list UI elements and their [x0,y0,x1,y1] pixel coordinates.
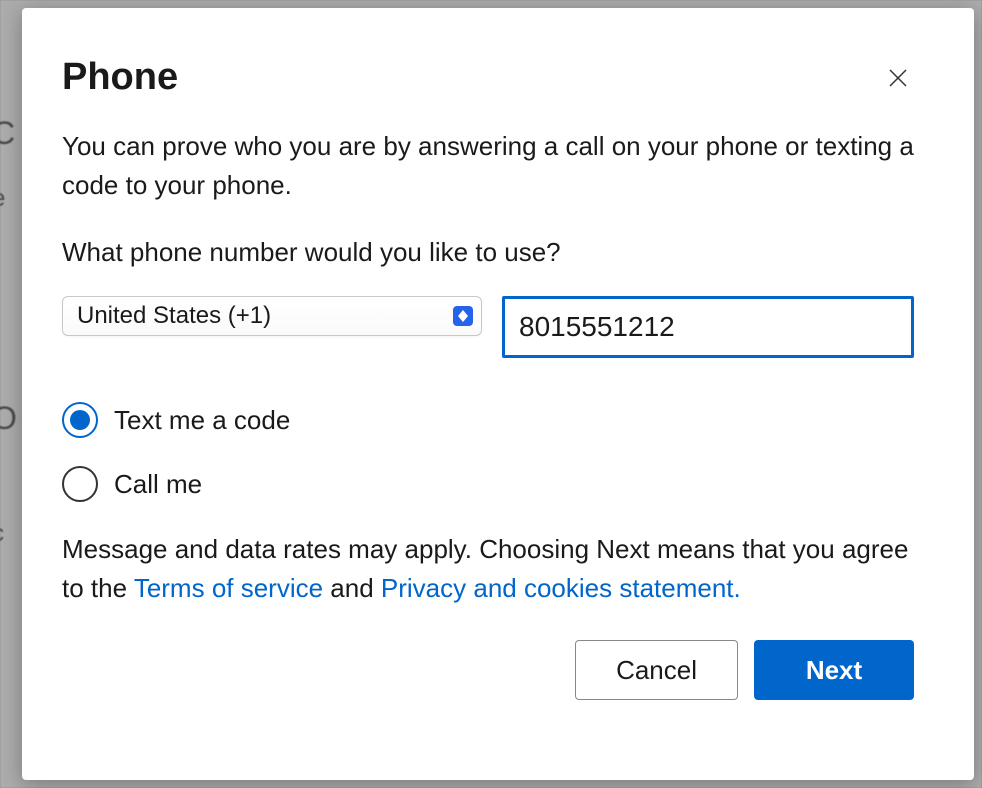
privacy-statement-link[interactable]: Privacy and cookies statement. [381,573,741,603]
close-button[interactable] [882,62,914,94]
disclaimer-text: Message and data rates may apply. Choosi… [62,530,914,608]
select-arrows-icon [453,306,473,326]
radio-dot-icon [70,410,90,430]
modal-title: Phone [62,56,178,99]
phone-verification-modal: Phone You can prove who you are by answe… [22,8,974,780]
radio-circle-icon [62,466,98,502]
radio-label: Call me [114,469,202,500]
radio-option-call-me[interactable]: Call me [62,466,914,502]
verification-method-radio-group: Text me a code Call me [62,402,914,502]
prompt-text: What phone number would you like to use? [62,237,914,268]
terms-of-service-link[interactable]: Terms of service [134,573,323,603]
description-text: You can prove who you are by answering a… [62,127,914,205]
next-button[interactable]: Next [754,640,914,700]
radio-option-text-code[interactable]: Text me a code [62,402,914,438]
modal-button-row: Cancel Next [62,640,914,700]
radio-label: Text me a code [114,405,290,436]
close-icon [886,66,910,90]
country-code-selected-value: United States (+1) [77,302,271,329]
country-code-select-wrapper: United States (+1) [62,296,482,358]
modal-header: Phone [62,56,914,99]
phone-number-input[interactable] [502,296,914,358]
cancel-button[interactable]: Cancel [575,640,738,700]
radio-circle-icon [62,402,98,438]
country-code-select[interactable]: United States (+1) [62,296,482,336]
phone-input-row: United States (+1) [62,296,914,358]
